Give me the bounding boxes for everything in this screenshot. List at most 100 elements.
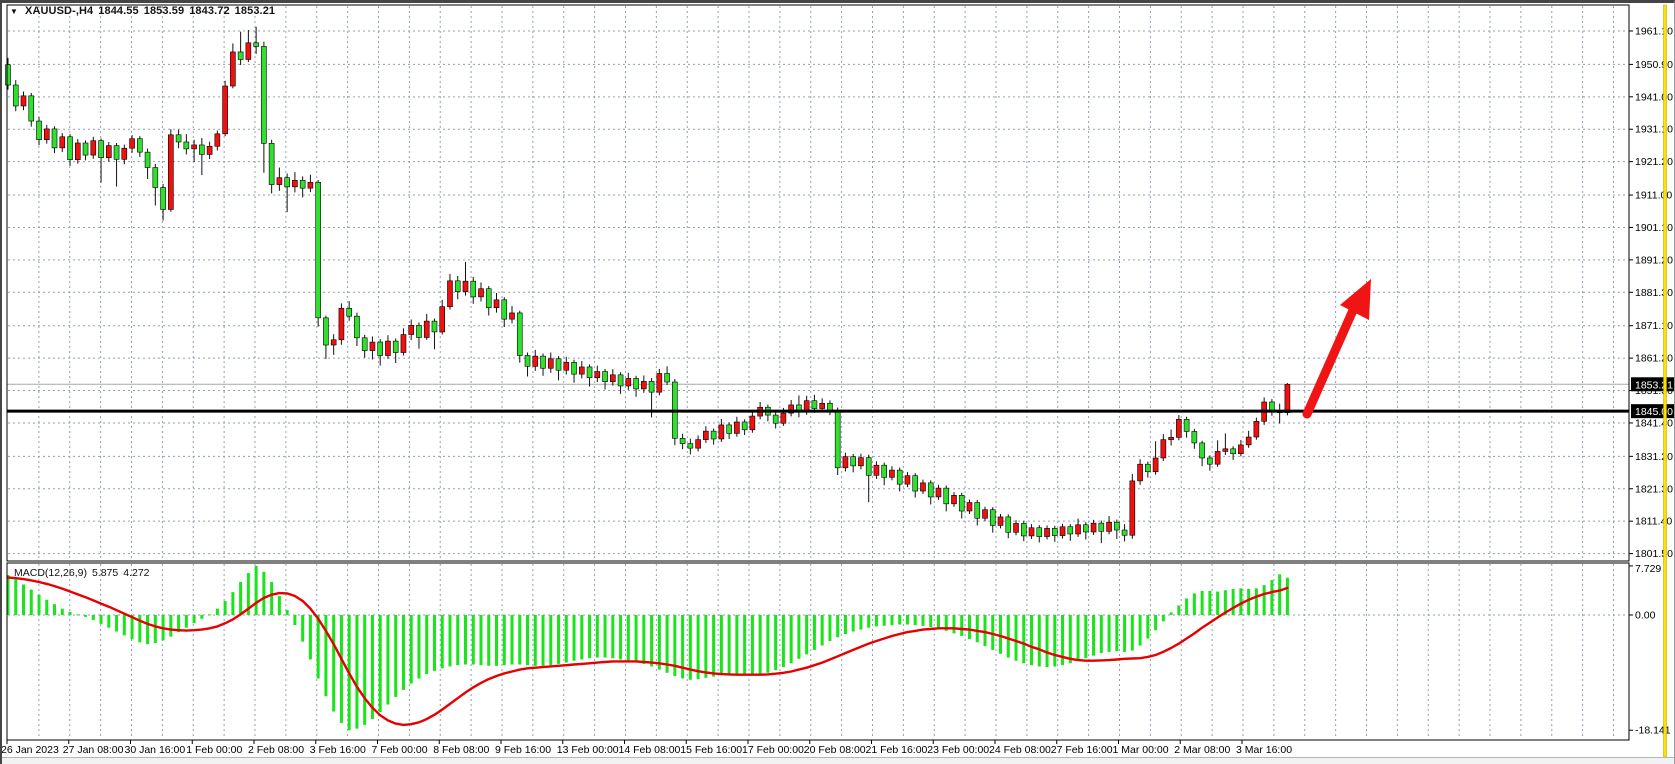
price-axis-label: 1841.40 [1635,417,1673,429]
macd-histogram-bar [890,615,893,625]
macd-histogram-bar [107,615,110,628]
macd-histogram-bar [386,615,389,705]
bear-candle-body [928,483,933,497]
chart-window: ▼ XAUUSD-,H4 1844.55 1853.59 1843.72 185… [0,0,1675,764]
macd-axis-label: 0.00 [1635,610,1656,622]
macd-histogram-bar [960,615,963,636]
bear-candle-body [680,438,685,443]
macd-histogram-bar [790,615,793,663]
bear-candle-body [1021,523,1026,535]
bear-candle-body [851,457,856,466]
macd-histogram-bar [169,615,172,637]
bull-candle-body [858,458,863,466]
macd-histogram-bar [495,615,498,666]
macd-histogram-bar [735,615,738,675]
bear-candle-body [1231,449,1236,454]
macd-histogram-bar [968,615,971,639]
bear-candle-body [711,431,716,439]
macd-histogram-bar [441,615,444,668]
price-chart-canvas[interactable]: 1961.101950.901941.001931.101921.201911.… [2,3,1674,764]
macd-histogram-bar [867,615,870,628]
macd-histogram-bar [286,610,289,615]
time-axis-label: 24 Feb 08:00 [989,744,1051,756]
macd-histogram-bar [526,615,529,665]
macd-histogram-bar [875,615,878,626]
bear-candle-body [184,142,189,149]
macd-histogram-bar [813,615,816,650]
bull-candle-body [192,145,197,149]
macd-histogram-bar [193,615,196,623]
time-axis-label: 23 Feb 00:00 [927,744,989,756]
bull-candle-body [21,96,26,106]
bull-candle-body [292,180,297,187]
bull-candle-body [463,281,468,291]
time-axis-label: 21 Feb 16:00 [866,744,928,756]
bull-candle-body [1161,440,1166,458]
bull-candle-body [719,425,724,439]
macd-histogram-bar [596,615,599,658]
ohlc-close: 1853.21 [235,5,275,17]
macd-histogram-bar [844,615,847,634]
time-axis-label: 26 Jan 2023 [2,744,59,756]
bear-candle-body [486,289,491,308]
bear-candle-body [525,355,530,366]
bull-candle-body [820,403,825,408]
macd-histogram-bar [1038,615,1041,666]
macd-histogram-bar [340,615,343,723]
macd-histogram-bar [929,615,932,627]
macd-histogram-bar [650,615,653,666]
bull-candle-body [122,148,127,159]
macd-histogram-bar [805,615,808,654]
bear-candle-body [161,188,166,210]
macd-histogram-bar [898,615,901,625]
macd-histogram-bar [503,615,506,665]
macd-histogram-bar [293,615,296,625]
macd-histogram-bar [991,615,994,650]
bull-candle-body [905,476,910,485]
macd-histogram-bar [1216,592,1219,615]
macd-histogram-bar [697,615,700,679]
bear-candle-body [1099,523,1104,531]
bear-candle-body [913,476,918,491]
macd-histogram-bar [1278,574,1281,615]
macd-histogram-bar [22,585,25,615]
time-axis-label: 9 Feb 16:00 [495,744,551,756]
macd-histogram-bar [1115,615,1118,651]
bear-candle-body [1184,419,1189,431]
bear-candle-body [812,401,817,409]
bear-candle-body [1006,517,1011,532]
bull-candle-body [106,146,111,158]
trend-arrow-shaft[interactable] [1307,308,1354,414]
bear-candle-body [835,411,840,468]
price-axis-label: 1950.90 [1635,59,1673,71]
time-axis-label: 30 Jan 16:00 [125,744,186,756]
bull-candle-body [385,341,390,355]
bear-candle-body [254,43,259,47]
time-axis-label: 27 Feb 16:00 [1051,744,1113,756]
bear-candle-body [114,146,119,160]
chart-dropdown-icon[interactable]: ▼ [10,7,18,16]
macd-histogram-bar [852,615,855,632]
bear-candle-body [13,85,18,106]
bear-candle-body [502,300,507,319]
time-axis-label: 3 Feb 16:00 [310,744,366,756]
bear-candle-body [1052,528,1057,535]
price-axis-label: 1871.10 [1635,320,1673,332]
macd-histogram-bar [751,615,754,675]
bull-candle-body [91,141,96,155]
macd-histogram-bar [1185,598,1188,615]
bear-candle-body [68,137,73,160]
macd-histogram-bar [1084,615,1087,658]
bull-candle-body [223,86,228,134]
macd-pane-border [7,563,1629,740]
bear-candle-body [285,178,290,187]
macd-histogram-bar [534,615,537,666]
bear-candle-body [300,180,305,188]
time-axis-label: 2 Feb 08:00 [248,744,304,756]
bear-candle-body [378,342,383,355]
bear-candle-body [634,378,639,388]
bear-candle-body [176,135,181,142]
bull-candle-body [998,517,1003,526]
macd-histogram-bar [720,615,723,675]
macd-histogram-bar [278,596,281,615]
